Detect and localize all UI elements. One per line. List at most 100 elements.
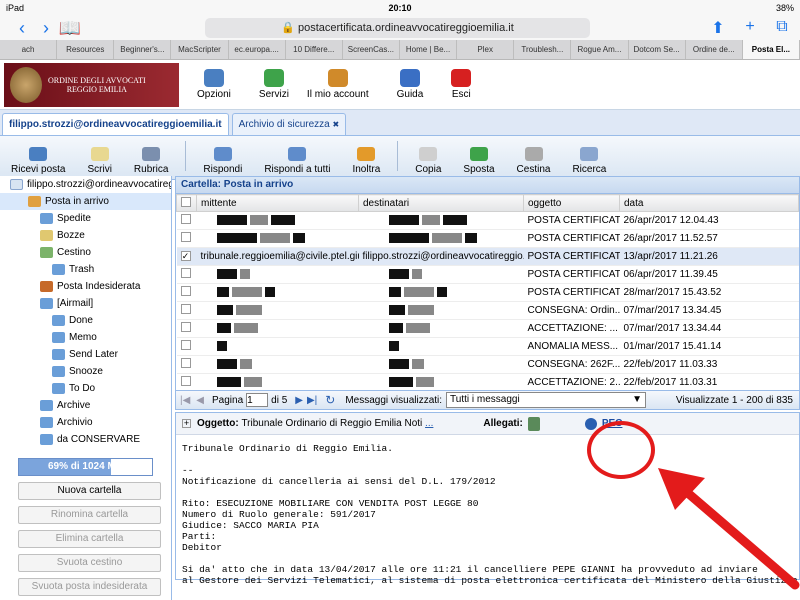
pec-badge-icon[interactable]: [584, 417, 597, 430]
folder-item[interactable]: Posta in arrivo: [0, 193, 171, 210]
subject-more-link[interactable]: ...: [425, 418, 433, 429]
row-checkbox[interactable]: [180, 376, 191, 386]
row-checkbox[interactable]: [180, 232, 191, 242]
toolbar-button-4[interactable]: Rispondi a tutti: [264, 147, 330, 175]
page-input[interactable]: [246, 393, 269, 407]
row-select-cell[interactable]: [176, 283, 197, 302]
browser-tab[interactable]: Rogue Am...: [571, 40, 629, 59]
tab-account[interactable]: filippo.strozzi@ordineavvocatireggioemil…: [2, 113, 229, 135]
prev-page-icon[interactable]: ◀: [196, 395, 204, 406]
folder-item[interactable]: Snooze: [0, 363, 171, 380]
browser-tab[interactable]: ec.europa....: [229, 40, 286, 59]
row-checkbox[interactable]: [180, 214, 191, 224]
header-tool-4[interactable]: Esci: [451, 69, 472, 100]
share-icon[interactable]: ⬆: [706, 18, 730, 38]
row-select-cell[interactable]: [176, 229, 197, 248]
table-row[interactable]: CONSEGNA: 262F... 22/feb/2017 11.03.33: [176, 355, 799, 374]
row-checkbox[interactable]: [180, 304, 191, 314]
folder-item[interactable]: da CONSERVARE: [0, 431, 171, 448]
first-page-icon[interactable]: |◀: [180, 395, 190, 406]
select-all-header[interactable]: [176, 194, 197, 212]
row-checkbox[interactable]: [180, 286, 191, 296]
header-tool-1[interactable]: Servizi: [259, 69, 289, 100]
back-icon[interactable]: ‹: [10, 18, 34, 38]
table-row[interactable]: ✓ tribunale.reggioemilia@civile.ptel.giu.…: [176, 247, 799, 266]
toolbar-button-9[interactable]: Ricerca: [572, 147, 606, 175]
browser-tab[interactable]: Beginner's...: [114, 40, 172, 59]
header-tool-2[interactable]: Il mio account: [307, 69, 369, 100]
browser-tab[interactable]: Ordine de...: [686, 40, 743, 59]
row-select-cell[interactable]: [176, 355, 197, 374]
folder-item[interactable]: Spedite: [0, 210, 171, 227]
table-row[interactable]: ANOMALIA MESS... 01/mar/2017 15.41.14: [176, 337, 799, 356]
expand-icon[interactable]: +: [182, 419, 191, 428]
row-checkbox[interactable]: [180, 340, 191, 350]
folder-item[interactable]: Archive: [0, 397, 171, 414]
row-select-cell[interactable]: [176, 337, 197, 356]
browser-tab[interactable]: Resources: [57, 40, 115, 59]
filter-select[interactable]: Tutti i messaggi ▼: [446, 392, 647, 408]
next-page-icon[interactable]: ▶: [295, 395, 303, 406]
toolbar-button-1[interactable]: Scrivi: [87, 147, 112, 175]
toolbar-button-6[interactable]: Copia: [415, 147, 441, 175]
browser-tab[interactable]: Troublesh...: [514, 40, 572, 59]
row-checkbox[interactable]: [180, 268, 191, 278]
sidebar-button[interactable]: Svuota posta indesiderata: [18, 578, 161, 596]
folder-item[interactable]: Done: [0, 312, 171, 329]
header-tool-3[interactable]: Guida: [397, 69, 423, 100]
url-field[interactable]: 🔒 postacertificata.ordineavvocatireggioe…: [205, 18, 590, 38]
table-row[interactable]: CONSEGNA: Ordin... 07/mar/2017 13.34.45: [176, 301, 799, 320]
table-row[interactable]: POSTA CERTIFICATA...26/apr/2017 11.52.57: [176, 229, 799, 248]
sidebar-button[interactable]: Nuova cartella: [18, 482, 161, 500]
tree-root[interactable]: filippo.strozzi@ordineavvocatireggioemil…: [0, 176, 171, 193]
col-destinatari[interactable]: destinatari: [358, 194, 524, 212]
table-row[interactable]: ACCETTAZIONE: 2... 22/feb/2017 11.03.31: [176, 373, 799, 390]
folder-item[interactable]: Posta Indesiderata: [0, 278, 171, 295]
browser-tab[interactable]: ach: [0, 40, 58, 59]
folder-item[interactable]: Memo: [0, 329, 171, 346]
last-page-icon[interactable]: ▶|: [307, 395, 317, 406]
table-row[interactable]: POSTA CERTIFICATA...28/mar/2017 15.43.52: [176, 283, 799, 302]
folder-item[interactable]: Archivio: [0, 414, 171, 431]
folder-item[interactable]: Cestino: [0, 244, 171, 261]
forward-icon[interactable]: ›: [34, 18, 58, 38]
sidebar-button[interactable]: Svuota cestino: [18, 554, 161, 572]
folder-item[interactable]: Send Later: [0, 346, 171, 363]
select-all-checkbox[interactable]: [181, 196, 191, 207]
row-select-cell[interactable]: [176, 301, 197, 320]
tabs-icon[interactable]: ⧉: [770, 18, 794, 38]
table-row[interactable]: POSTA CERTIFICATA...06/apr/2017 11.39.45: [176, 265, 799, 284]
folder-item[interactable]: Trash: [0, 261, 171, 278]
table-row[interactable]: ACCETTAZIONE: ... 07/mar/2017 13.34.44: [176, 319, 799, 338]
browser-tab[interactable]: Dotcom Se...: [629, 40, 686, 59]
header-tool-0[interactable]: Opzioni: [197, 69, 231, 100]
row-checkbox[interactable]: [180, 322, 191, 332]
toolbar-button-3[interactable]: Rispondi: [203, 147, 242, 175]
browser-tab[interactable]: 10 Differe...: [286, 40, 343, 59]
col-data[interactable]: data: [619, 194, 799, 212]
table-row[interactable]: POSTA CERTIFICATA...26/apr/2017 12.04.43: [176, 211, 799, 230]
toolbar-button-8[interactable]: Cestina: [517, 147, 550, 175]
folder-item[interactable]: To Do: [0, 380, 171, 397]
row-select-cell[interactable]: [176, 319, 197, 338]
toolbar-button-5[interactable]: Inoltra: [352, 147, 380, 175]
col-mittente[interactable]: mittente: [196, 194, 359, 212]
new-tab-icon[interactable]: +: [738, 18, 762, 38]
row-select-cell[interactable]: [176, 265, 197, 284]
row-select-cell[interactable]: ✓: [176, 247, 197, 266]
refresh-icon[interactable]: ↻: [325, 393, 335, 407]
toolbar-button-7[interactable]: Sposta: [463, 147, 495, 175]
sidebar-button[interactable]: Rinomina cartella: [18, 506, 161, 524]
row-select-cell[interactable]: [176, 373, 197, 390]
tab-security-archive[interactable]: Archivio di sicurezza ✖: [231, 113, 347, 135]
row-checkbox[interactable]: ✓: [180, 251, 191, 261]
toolbar-button-0[interactable]: Ricevi posta: [11, 147, 65, 175]
browser-tab[interactable]: Plex: [457, 40, 515, 59]
col-oggetto[interactable]: oggetto: [523, 194, 620, 212]
row-select-cell[interactable]: [176, 211, 197, 230]
browser-tab[interactable]: ScreenCas...: [343, 40, 400, 59]
row-checkbox[interactable]: [180, 358, 191, 368]
bookmarks-icon[interactable]: 📖: [58, 18, 82, 38]
attachment-icon[interactable]: [527, 416, 540, 431]
browser-tab[interactable]: MacScripter: [171, 40, 229, 59]
